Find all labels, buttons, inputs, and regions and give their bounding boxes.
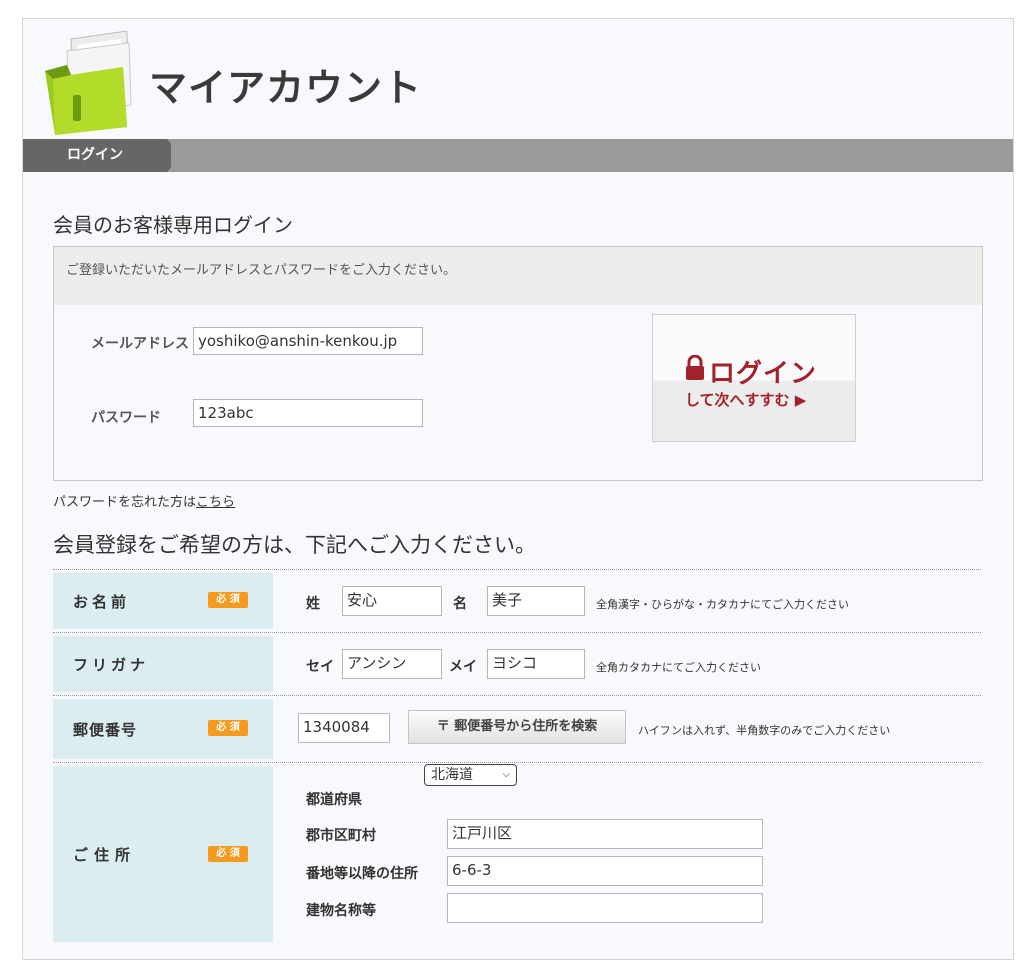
postal-row-label: 郵便番号 必 須 [53,699,273,759]
sei-kana-label: セイ [306,659,334,675]
city-label: 郡市区町村 [306,828,376,844]
name-note: 全角漢字・ひらがな・カタカナにてご入力ください [596,598,849,611]
login-hint: ご登録いただいたメールアドレスとパスワードをご入力ください。 [54,247,982,305]
sei-label: 姓 [306,596,320,612]
registration-heading: 会員登録をご希望の方は、下記へご入力ください。 [53,533,536,557]
sei-field[interactable]: 安心 [342,586,442,616]
mei-field[interactable]: 美子 [487,586,585,616]
furigana-row-label: フリガナ [53,636,273,692]
forgot-password: パスワードを忘れた方はこちら [53,491,235,510]
login-heading: 会員のお客様専用ログイン [53,213,293,237]
required-badge: 必 須 [208,720,248,736]
page-title: マイアカウント [149,66,423,110]
login-panel: ご登録いただいたメールアドレスとパスワードをご入力ください。 メールアドレス y… [53,246,983,481]
breadcrumb-login[interactable]: ログイン [23,139,171,172]
lock-icon [686,355,704,380]
building-field[interactable] [447,893,763,923]
street-label: 番地等以降の住所 [306,866,418,882]
address-row-label: ご住所 必 須 [53,766,273,942]
login-button[interactable]: ログイン して次へすすむ ▶ [652,314,856,442]
name-row: お名前 必 須 姓 安心 名 美子 全角漢字・ひらがな・カタカナにてご入力くださ… [53,569,981,632]
mei-label: 名 [453,596,467,612]
furigana-note: 全角カタカナにてご入力ください [596,661,761,674]
prefecture-label: 都道府県 [306,792,362,808]
page-container: マイアカウント ログイン 会員のお客様専用ログイン ご登録いただいたメールアドレ… [22,18,1014,960]
nav-bar: ログイン [23,139,1013,172]
street-field[interactable]: 6-6-3 [447,856,763,886]
postal-label: 郵便番号 [73,721,138,739]
folder-logo-icon [45,31,132,135]
city-field[interactable]: 江戸川区 [447,819,763,849]
building-label: 建物名称等 [306,903,376,919]
email-field[interactable]: yoshiko@anshin-kenkou.jp [193,327,423,355]
chevron-down-icon: ⌵ [502,769,510,780]
forgot-link[interactable]: こちら [196,495,235,510]
address-label: ご住所 [73,846,137,864]
login-button-sublabel: して次へすすむ ▶ [685,391,807,409]
prefecture-value: 北海道 [431,767,473,783]
postal-row: 郵便番号 必 須 1340084 〒 郵便番号から住所を検索 ハイフンは入れず、… [53,695,981,762]
postal-search-button[interactable]: 〒 郵便番号から住所を検索 [408,710,626,744]
furigana-row: フリガナ セイ アンシン メイ ヨシコ 全角カタカナにてご入力ください [53,632,981,695]
forgot-text: パスワードを忘れた方は [53,495,197,510]
furigana-label: フリガナ [73,656,150,674]
sei-kana-field[interactable]: アンシン [342,649,442,679]
prefecture-select[interactable]: 北海道 ⌵ [424,764,517,786]
password-label: パスワード [91,410,161,426]
required-badge: 必 須 [208,846,248,862]
postal-note: ハイフンは入れず、半角数字のみでご入力ください [638,724,891,737]
required-badge: 必 須 [208,592,248,608]
login-button-label: ログイン [709,359,818,389]
mei-kana-label: メイ [449,659,477,675]
address-row: ご住所 必 須 都道府県 郡市区町村 江戸川区 番地等以降の住所 6-6-3 建… [53,762,981,945]
email-label: メールアドレス [91,336,189,352]
mei-kana-field[interactable]: ヨシコ [487,649,585,679]
name-row-label: お名前 必 須 [53,573,273,629]
name-label: お名前 [73,593,131,611]
postal-code-field[interactable]: 1340084 [298,713,390,743]
password-field[interactable]: 123abc [193,399,423,427]
